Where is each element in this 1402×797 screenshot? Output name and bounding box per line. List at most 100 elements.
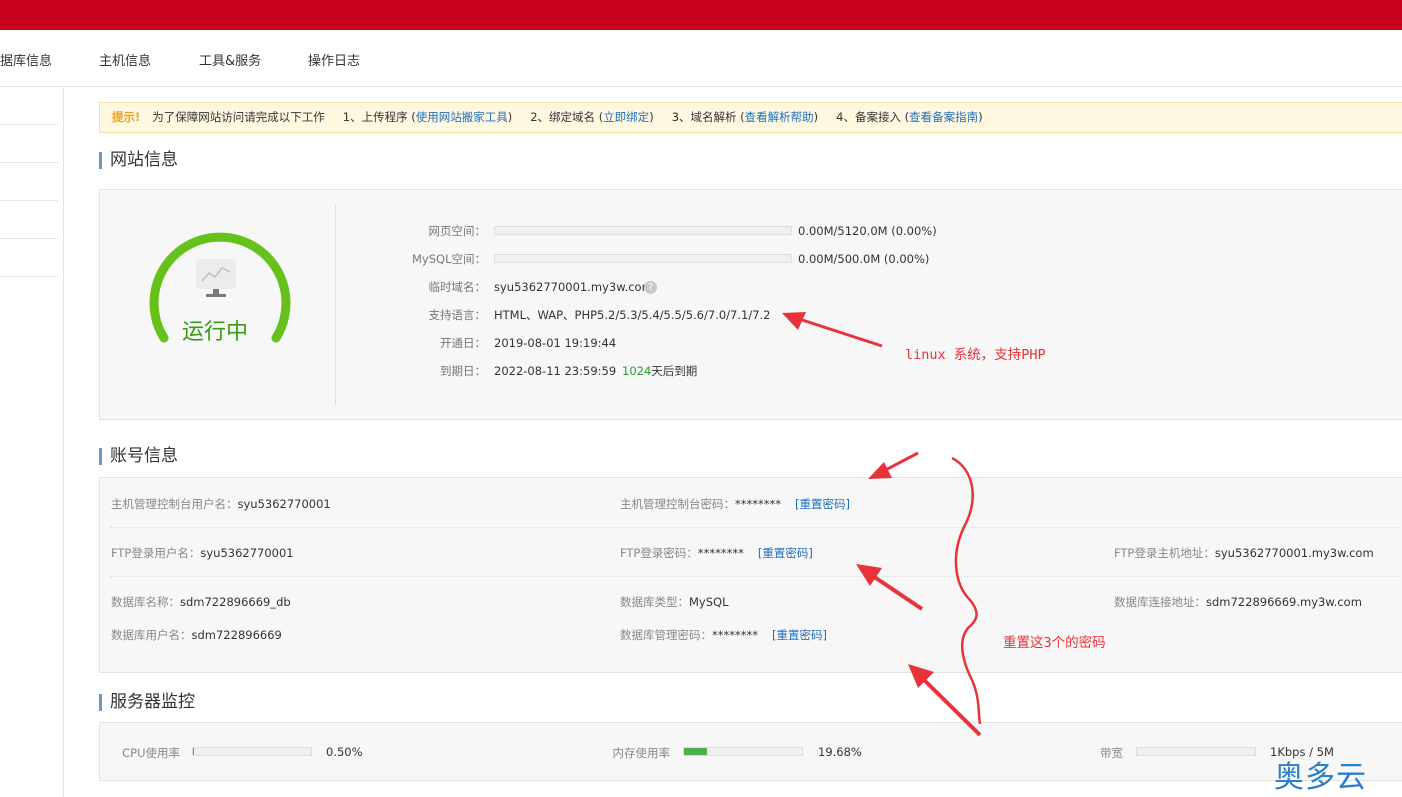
expire-date-label: 到期日： [440, 364, 486, 378]
web-space-value: 0.00M/5120.0M (0.00%) [798, 224, 937, 238]
mysql-space-label: MySQL空间： [412, 252, 486, 266]
top-nav: 据库信息 主机信息 工具&服务 操作日志 [0, 30, 1402, 87]
reset-ftp-password-link[interactable]: [重置密码] [758, 546, 813, 560]
memory-usage-fill [684, 748, 708, 755]
days-left-suffix: 天后到期 [651, 364, 698, 378]
migrate-tool-link[interactable]: 使用网站搬家工具 [416, 110, 508, 124]
account-info-panel: 主机管理控制台用户名：syu5362770001 主机管理控制台密码：*****… [99, 477, 1402, 673]
reset-db-password-link[interactable]: [重置密码] [772, 628, 827, 642]
memory-usage-value: 19.68% [818, 745, 862, 759]
sidebar-divider [0, 238, 58, 239]
console-password-value: ******** [735, 497, 781, 511]
cpu-usage-value: 0.50% [326, 745, 363, 759]
cpu-usage-fill [193, 748, 194, 755]
ftp-host-label: FTP登录主机地址： [1114, 546, 1215, 560]
annotation-reset-passwords: 重置这3个的密码 [1003, 635, 1106, 651]
reset-console-password-link[interactable]: [重置密码] [795, 497, 850, 511]
db-user-value: sdm722896669 [191, 628, 282, 642]
tip-intro: 为了保障网站访问请完成以下工作 [152, 110, 325, 124]
ftp-password-value: ******** [697, 546, 744, 560]
open-date-label: 开通日： [440, 336, 486, 350]
ftp-password: FTP登录密码：******** [重置密码] [620, 545, 813, 561]
annotation-linux-php: linux 系统，支持PHP [905, 347, 1046, 363]
nav-item-tools-services[interactable]: 工具&服务 [199, 50, 261, 69]
db-host-value: sdm722896669.my3w.com [1206, 595, 1362, 609]
ftp-host: FTP登录主机地址：syu5362770001.my3w.com [1114, 545, 1374, 561]
sidebar-divider [0, 276, 58, 277]
paren: ) [649, 110, 654, 124]
arrow-to-console-password [868, 451, 919, 479]
brand-watermark: 奥多云 [1274, 760, 1367, 795]
console-password-label: 主机管理控制台密码： [620, 497, 735, 511]
bandwidth-bar [1136, 747, 1256, 756]
console-user-label: 主机管理控制台用户名： [111, 497, 238, 511]
temp-domain-value: syu5362770001.my3w.com [494, 280, 653, 294]
db-host-label: 数据库连接地址： [1114, 595, 1206, 609]
memory-usage-label: 内存使用率 [612, 746, 671, 760]
db-password: 数据库管理密码：******** [重置密码] [620, 627, 827, 643]
db-name-value: sdm722896669_db [180, 595, 291, 609]
ftp-password-label: FTP登录密码： [620, 546, 698, 560]
icp-guide-link[interactable]: 查看备案指南 [909, 110, 978, 124]
language-label: 支持语言： [428, 308, 487, 322]
site-info-panel: 运行中 网页空间： 0.00M/5120.0M (0.00%) MySQL空间：… [99, 189, 1402, 420]
dns-help-link[interactable]: 查看解析帮助 [745, 110, 814, 124]
row-separator [110, 527, 1400, 528]
sidebar [0, 87, 64, 797]
db-name-label: 数据库名称： [111, 595, 180, 609]
memory-usage-bar [683, 747, 803, 756]
paren: ) [813, 110, 819, 124]
panel-divider [335, 205, 336, 405]
cpu-usage-label: CPU使用率 [122, 746, 180, 760]
ftp-user-label: FTP登录用户名： [111, 546, 201, 560]
db-password-label: 数据库管理密码： [620, 628, 712, 642]
tip-step2: 2、绑定域名 ( [530, 110, 604, 124]
row-separator [110, 576, 1400, 577]
db-host: 数据库连接地址：sdm722896669.my3w.com [1114, 594, 1362, 610]
tip-label: 提示! [112, 110, 141, 124]
console-user-value: syu5362770001 [237, 497, 331, 511]
db-user-label: 数据库用户名： [111, 628, 192, 642]
db-type-label: 数据库类型： [620, 595, 689, 609]
language-value: HTML、WAP、PHP5.2/5.3/5.4/5.5/5.6/7.0/7.1/… [494, 308, 771, 322]
temp-domain-label: 临时域名： [428, 280, 487, 294]
site-info-title: 网站信息 [99, 152, 178, 169]
db-type: 数据库类型：MySQL [620, 594, 729, 610]
bind-domain-link[interactable]: 立即绑定 [603, 110, 649, 124]
nav-item-database[interactable]: 据库信息 [0, 50, 52, 69]
nav-item-host-info[interactable]: 主机信息 [99, 50, 151, 69]
tip-banner: 提示! 为了保障网站访问请完成以下工作 1、上传程序 (使用网站搬家工具) 2、绑定域… [99, 102, 1402, 133]
days-left: 1024天后到期 [622, 364, 697, 378]
db-name: 数据库名称：sdm722896669_db [111, 594, 291, 610]
top-brand-bar [0, 0, 1402, 30]
mysql-space-bar [494, 254, 792, 263]
open-date-value: 2019-08-01 19:19:44 [494, 336, 617, 350]
nav-item-operation-log[interactable]: 操作日志 [308, 50, 360, 69]
paren: ) [507, 110, 513, 124]
console-password: 主机管理控制台密码：******** [重置密码] [620, 496, 850, 512]
sidebar-divider [0, 200, 58, 201]
server-monitor-panel: CPU使用率 0.50% 内存使用率 19.68% 带宽 1Kbps / 5M [99, 722, 1402, 781]
ftp-host-value: syu5362770001.my3w.com [1214, 546, 1374, 560]
db-password-value: ******** [712, 628, 758, 642]
cpu-usage-bar [192, 747, 312, 756]
mysql-space-value: 0.00M/500.0M (0.00%) [798, 252, 930, 266]
monitor-chart-icon [196, 259, 236, 297]
sidebar-divider [0, 162, 58, 163]
tip-step4: 4、备案接入 ( [836, 110, 910, 124]
tip-step3: 3、域名解析 ( [671, 110, 745, 124]
ftp-user: FTP登录用户名：syu5362770001 [111, 545, 294, 561]
ftp-user-value: syu5362770001 [200, 546, 294, 560]
question-circle-icon[interactable]: ? [644, 281, 657, 294]
running-status: 运行中 [182, 320, 249, 345]
account-info-title: 账号信息 [99, 448, 178, 465]
days-left-count: 1024 [622, 364, 652, 378]
expire-date-value: 2022-08-11 23:59:59 [494, 364, 617, 378]
db-user: 数据库用户名：sdm722896669 [111, 627, 282, 643]
sidebar-divider [0, 124, 58, 125]
db-type-value: MySQL [689, 595, 729, 609]
paren: ) [978, 110, 983, 124]
console-user: 主机管理控制台用户名：syu5362770001 [111, 496, 331, 512]
bandwidth-label: 带宽 [1100, 746, 1123, 760]
server-monitor-title: 服务器监控 [99, 694, 195, 711]
